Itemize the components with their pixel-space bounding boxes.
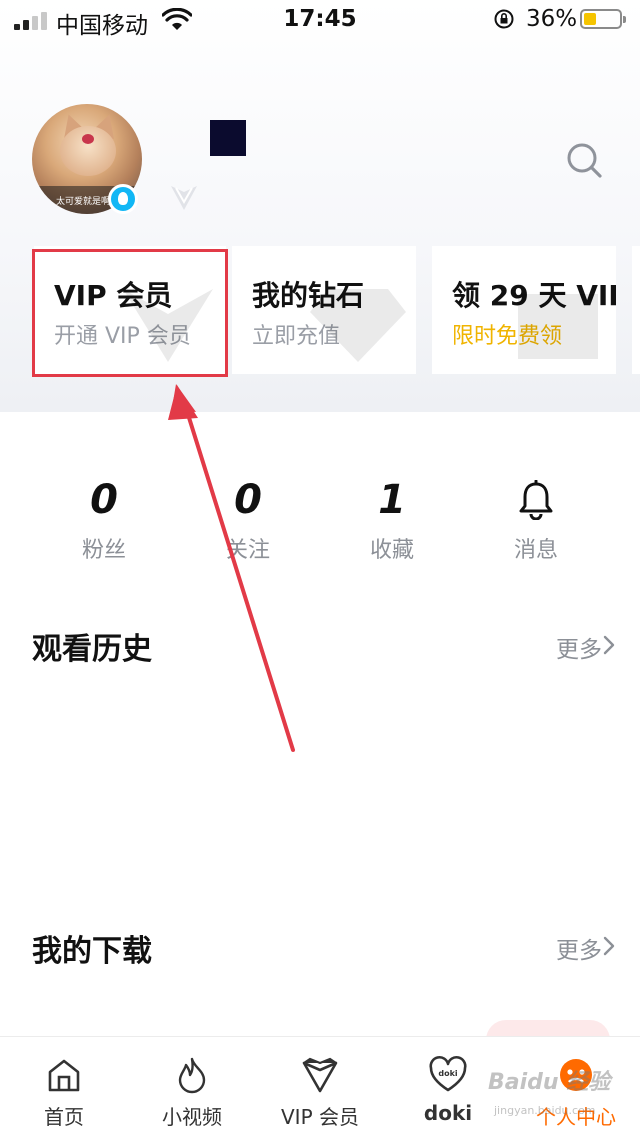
tab-doki-label: doki [423, 1101, 473, 1125]
watch-history-more-link[interactable]: 更多 [556, 630, 602, 664]
tab-home[interactable]: 首页 [0, 1037, 128, 1137]
search-icon[interactable] [564, 140, 604, 180]
gift-watermark-icon [518, 294, 598, 359]
doki-heart-icon: doki [429, 1055, 467, 1092]
baidu-watermark-url: jingyan.baidu.com [494, 1104, 596, 1117]
annotation-highlight-box [32, 249, 228, 377]
qq-icon [108, 184, 138, 214]
chevron-right-icon[interactable] [602, 935, 616, 957]
followers-count: 0 [90, 477, 118, 523]
baidu-watermark: Baidu 经验 [488, 1070, 611, 1095]
battery-percentage: 36% [526, 6, 578, 32]
battery-fill [584, 13, 596, 25]
messages-label: 消息 [513, 538, 558, 563]
my-diamonds-card[interactable]: 我的钻石 立即充值 [232, 246, 416, 374]
tab-short-video[interactable]: 小视频 [128, 1037, 256, 1137]
avatar-caption: 太可爱就是啊 [56, 197, 111, 207]
messages-icon-slot [476, 472, 596, 528]
status-bar: 中国移动 17:45 36% [0, 0, 640, 40]
free-vip-card[interactable]: 领 29 天 VIP 限时免费领 [432, 246, 616, 374]
stat-followers[interactable]: 0 粉丝 [44, 472, 164, 564]
tab-vip[interactable]: VIP 会员 [256, 1037, 384, 1137]
bell-icon [519, 480, 553, 520]
home-icon [48, 1059, 80, 1092]
stat-favorites[interactable]: 1 收藏 [332, 472, 452, 564]
favorites-count: 1 [378, 477, 406, 523]
chevron-right-icon[interactable] [602, 634, 616, 656]
diamond-watermark-icon [310, 289, 406, 362]
followers-label: 粉丝 [81, 538, 126, 563]
following-count: 0 [234, 477, 262, 523]
username-redacted [210, 120, 246, 156]
tab-vip-label: VIP 会员 [281, 1105, 359, 1129]
vip-level-icon[interactable] [168, 180, 200, 212]
vip-icon [302, 1057, 338, 1093]
avatar-cat-mark [82, 134, 94, 144]
svg-text:doki: doki [438, 1069, 458, 1078]
watch-history-title: 观看历史 [32, 632, 152, 667]
tab-short-video-label: 小视频 [162, 1105, 222, 1129]
flame-icon [178, 1057, 206, 1094]
stat-following[interactable]: 0 关注 [188, 472, 308, 564]
battery-icon [580, 9, 626, 29]
downloads-more-link[interactable]: 更多 [556, 931, 602, 965]
favorites-label: 收藏 [369, 538, 414, 563]
tab-home-label: 首页 [44, 1105, 84, 1129]
downloads-title: 我的下载 [32, 934, 152, 969]
stat-messages[interactable]: 消息 [476, 472, 596, 564]
next-card-peek[interactable] [632, 246, 640, 374]
orientation-lock-icon [494, 9, 514, 29]
following-label: 关注 [225, 538, 270, 563]
